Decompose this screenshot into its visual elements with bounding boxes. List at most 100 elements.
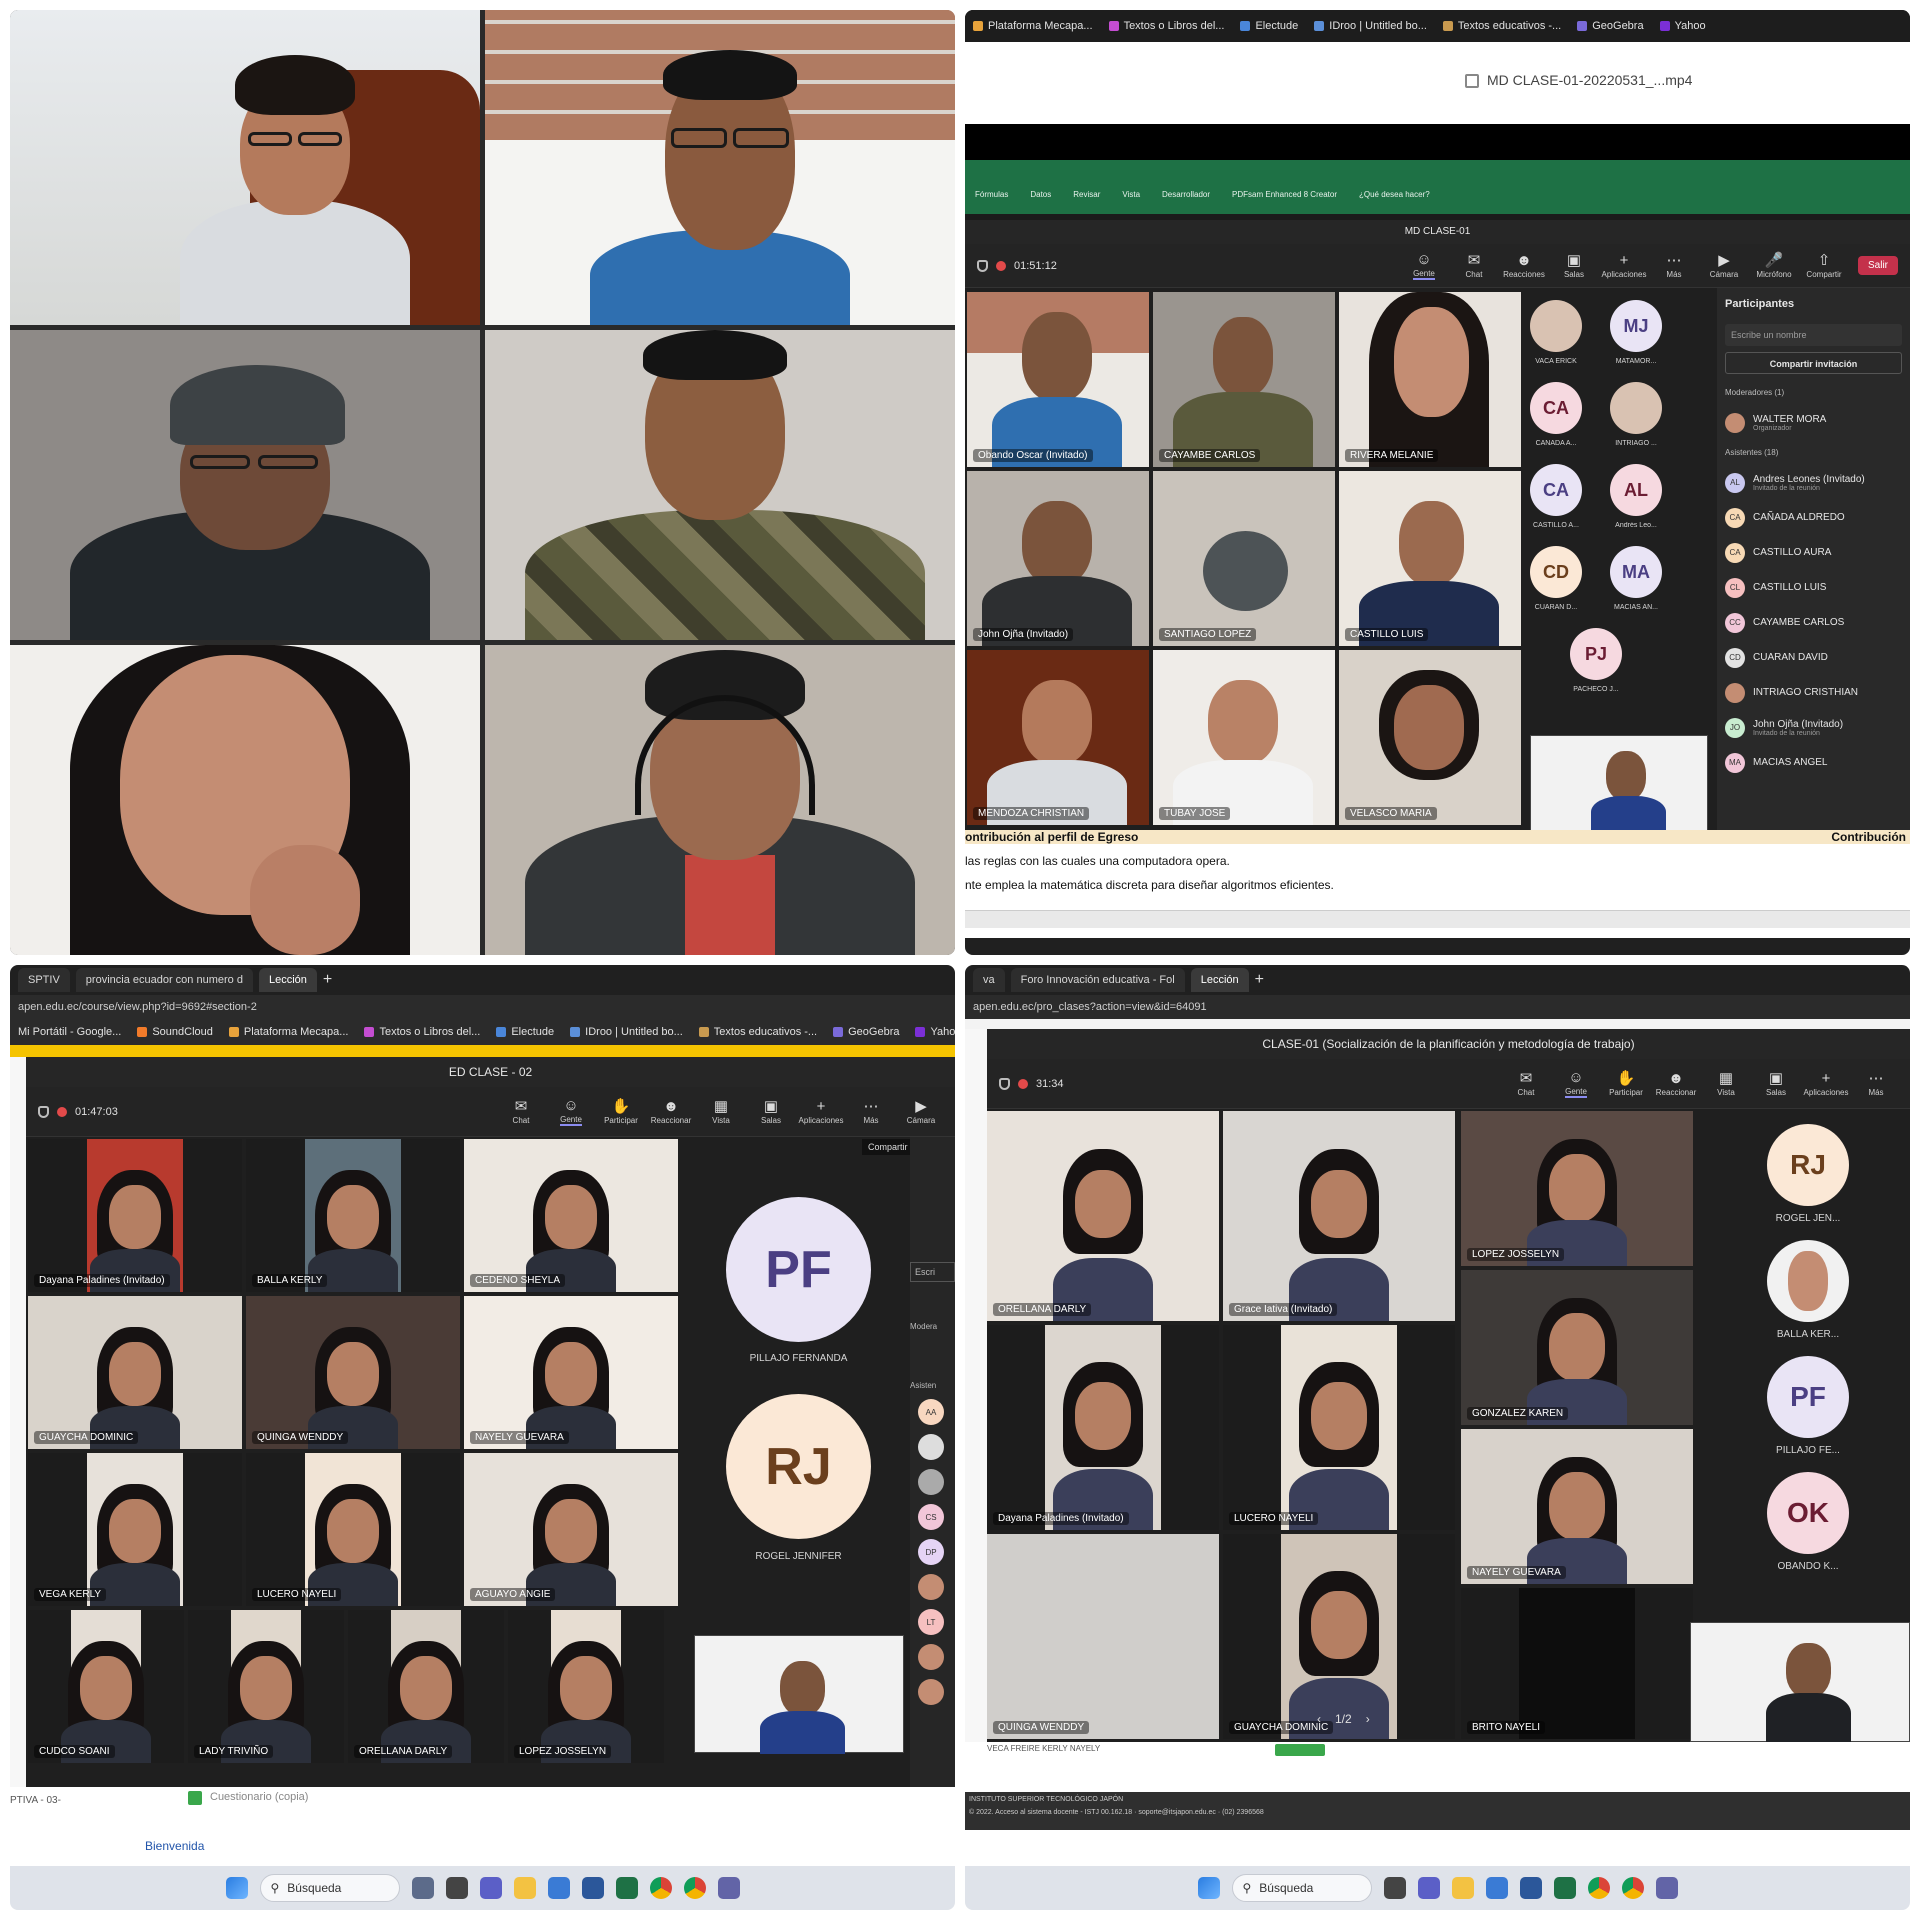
bookmark[interactable]: Electude: [1240, 20, 1298, 32]
avatar[interactable]: [918, 1469, 944, 1495]
bookmark[interactable]: SoundCloud: [137, 1026, 213, 1038]
taskbar-search[interactable]: ⚲ Búsqueda: [1231, 1874, 1372, 1902]
address-bar[interactable]: apen.edu.ec/course/view.php?id=9692#sect…: [10, 995, 955, 1019]
attendee-row[interactable]: CC CAYAMBE CARLOS: [1717, 605, 1910, 640]
excel-icon[interactable]: [615, 1877, 638, 1899]
camera-button[interactable]: ▶ Cámara: [1702, 252, 1746, 279]
react-button[interactable]: ☻ Reaccionar: [1654, 1070, 1698, 1097]
excel-icon[interactable]: [1553, 1877, 1576, 1899]
attendee-row[interactable]: MA MACIAS ANGEL: [1717, 745, 1910, 780]
chrome-icon[interactable]: [649, 1877, 672, 1899]
chrome-icon[interactable]: [683, 1877, 706, 1899]
attendee-row[interactable]: CA CASTILLO AURA: [1717, 535, 1910, 570]
folder-icon[interactable]: [513, 1877, 536, 1899]
more-button[interactable]: ⋯ Más: [849, 1098, 893, 1125]
avatar[interactable]: [918, 1679, 944, 1705]
bookmark[interactable]: Yahoo: [1659, 20, 1706, 32]
chat-button[interactable]: ✉ Chat: [499, 1098, 543, 1125]
react-button[interactable]: ☻ Reaccionar: [649, 1098, 693, 1125]
windows-start-icon[interactable]: [225, 1877, 248, 1899]
share-button[interactable]: ⇧ Compartir: [1802, 252, 1846, 279]
excel-menu-item[interactable]: PDFsam Enhanced 8 Creator: [1232, 190, 1337, 199]
teams-icon[interactable]: [479, 1877, 502, 1899]
bookmark[interactable]: Textos educativos -...: [698, 1026, 817, 1038]
more-button[interactable]: ⋯ Más: [1652, 252, 1696, 279]
people-button[interactable]: ☺ Gente: [549, 1097, 593, 1126]
chat-button[interactable]: ✉ Chat: [1452, 252, 1496, 279]
bookmark[interactable]: GeoGebra: [833, 1026, 899, 1038]
rooms-button[interactable]: ▣ Salas: [1552, 252, 1596, 279]
teams-icon[interactable]: [717, 1877, 740, 1899]
browser-tab[interactable]: provincia ecuador con numero d: [75, 968, 253, 992]
word-icon[interactable]: [1519, 1877, 1542, 1899]
attendee-row[interactable]: INTRIAGO CRISTHIAN: [1717, 675, 1910, 710]
leave-button[interactable]: Salir: [1857, 256, 1898, 275]
avatar[interactable]: [918, 1434, 944, 1460]
browser-tab[interactable]: Lección: [1190, 968, 1249, 992]
bookmark[interactable]: Plataforma Mecapa...: [973, 20, 1093, 32]
people-button[interactable]: ☺ Gente: [1554, 1069, 1598, 1098]
excel-menu-item[interactable]: Revisar: [1073, 190, 1100, 199]
teams-icon[interactable]: [1417, 1877, 1440, 1899]
avatar[interactable]: DP: [918, 1539, 944, 1565]
windows-start-icon[interactable]: [1197, 1877, 1220, 1899]
bookmark[interactable]: Plataforma Mecapa...: [228, 1026, 348, 1038]
attendee-row[interactable]: AL Andres Leones (Invitado) Invitado de la…: [1717, 465, 1910, 500]
rooms-button[interactable]: ▣ Salas: [1754, 1070, 1798, 1097]
task-view-icon[interactable]: [1383, 1877, 1406, 1899]
teams-icon[interactable]: [1655, 1877, 1678, 1899]
attendee-row[interactable]: JO John Ojña (Invitado) Invitado de la reu…: [1717, 710, 1910, 745]
activity-link[interactable]: Cuestionario (copia): [210, 1791, 308, 1803]
bookmark[interactable]: Textos o Libros del...: [1108, 20, 1224, 32]
apps-button[interactable]: + Aplicaciones: [1602, 252, 1647, 279]
previous-page-icon[interactable]: ‹: [1317, 1712, 1321, 1726]
participant-search-input[interactable]: Escribe un nombre: [1725, 324, 1902, 346]
bookmark[interactable]: Yahoo: [915, 1026, 955, 1038]
avatar[interactable]: CS: [918, 1504, 944, 1530]
people-button[interactable]: ☺ Gente: [1402, 251, 1446, 280]
attendee-row[interactable]: CL CASTILLO LUIS: [1717, 570, 1910, 605]
raise-hand-button[interactable]: ✋ Participar: [1604, 1070, 1648, 1097]
avatar[interactable]: LT: [918, 1609, 944, 1635]
attendee-row[interactable]: CD CUARAN DAVID: [1717, 640, 1910, 675]
attendee-row[interactable]: CA CAÑADA ALDREDO: [1717, 500, 1910, 535]
avatar[interactable]: AA: [918, 1399, 944, 1425]
bookmark[interactable]: IDroo | Untitled bo...: [1314, 20, 1427, 32]
reactions-button[interactable]: ☻ Reacciones: [1502, 252, 1546, 279]
store-icon[interactable]: [547, 1877, 570, 1899]
chrome-icon[interactable]: [1587, 1877, 1610, 1899]
share-invite-button[interactable]: Compartir invitación: [1725, 352, 1902, 374]
taskbar-search[interactable]: ⚲ Búsqueda: [259, 1874, 400, 1902]
bookmark[interactable]: Textos educativos -...: [1442, 20, 1561, 32]
excel-menu-item[interactable]: ¿Qué desea hacer?: [1359, 190, 1430, 199]
moderator-row[interactable]: WALTER MORA Organizador: [1717, 405, 1910, 440]
excel-menu-item[interactable]: Datos: [1030, 190, 1051, 199]
bookmark[interactable]: Mi Portátil - Google...: [18, 1026, 121, 1038]
excel-menu-item[interactable]: Fórmulas: [975, 190, 1008, 199]
more-button[interactable]: ⋯ Más: [1854, 1070, 1898, 1097]
shared-screen-thumbnail[interactable]: [694, 1635, 904, 1754]
store-icon[interactable]: [1485, 1877, 1508, 1899]
shared-screen-thumbnail[interactable]: [1530, 735, 1708, 830]
next-page-icon[interactable]: ›: [1366, 1712, 1370, 1726]
new-tab-icon[interactable]: +: [1255, 971, 1264, 989]
address-bar[interactable]: apen.edu.ec/pro_clases?action=view&id=64…: [965, 995, 1910, 1019]
bookmark[interactable]: Electude: [496, 1026, 554, 1038]
browser-tab[interactable]: va: [973, 968, 1005, 992]
bookmark[interactable]: IDroo | Untitled bo...: [570, 1026, 683, 1038]
apps-button[interactable]: + Aplicaciones: [1804, 1070, 1849, 1097]
chrome-icon[interactable]: [1621, 1877, 1644, 1899]
chat-button[interactable]: ✉ Chat: [1504, 1070, 1548, 1097]
task-view-icon[interactable]: [445, 1877, 468, 1899]
rooms-button[interactable]: ▣ Salas: [749, 1098, 793, 1125]
browser-tab[interactable]: SPTIV: [18, 968, 70, 992]
new-tab-icon[interactable]: +: [323, 971, 332, 989]
bookmark[interactable]: GeoGebra: [1577, 20, 1644, 32]
microphone-button[interactable]: 🎤 Micrófono: [1752, 252, 1796, 279]
bookmark[interactable]: Textos o Libros del...: [364, 1026, 480, 1038]
welcome-link[interactable]: Bienvenida: [145, 1839, 204, 1853]
widgets-icon[interactable]: [411, 1877, 434, 1899]
view-button[interactable]: ▦ Vista: [699, 1098, 743, 1125]
moderators-header[interactable]: Moderadores (1): [1717, 380, 1910, 405]
browser-tab[interactable]: Foro Innovación educativa - Fol: [1010, 968, 1185, 992]
